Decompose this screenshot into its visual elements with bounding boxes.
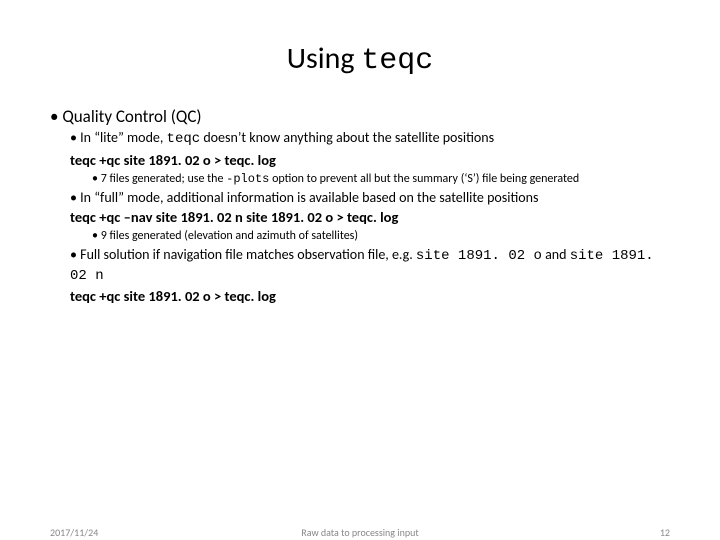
title-prefix: Using bbox=[287, 40, 362, 77]
plots-option: -plots bbox=[226, 172, 269, 186]
fullsol-command: teqc +qc site 1891. 02 o > teqc. log bbox=[50, 287, 670, 305]
bullet-list-l1: Quality Control (QC) In “lite” mode, teq… bbox=[50, 106, 670, 305]
bullet-list-l2c: Full solution if navigation file matches… bbox=[50, 246, 670, 285]
slide: Using teqc Quality Control (QC) In “lite… bbox=[0, 0, 720, 540]
footer-page-number: 12 bbox=[660, 526, 670, 539]
footer-title: Raw data to processing input bbox=[0, 526, 720, 539]
main-bullet: Quality Control (QC) In “lite” mode, teq… bbox=[50, 106, 670, 305]
lite-sub-list: 7 files generated; use the -plots option… bbox=[70, 172, 670, 187]
lite-note: 7 files generated; use the -plots option… bbox=[92, 172, 670, 187]
file-obs: site 1891. 02 o bbox=[416, 248, 542, 264]
lite-command: teqc +qc site 1891. 02 o > teqc. log bbox=[50, 151, 670, 169]
full-note: 9 files generated (elevation and azimuth… bbox=[92, 229, 670, 244]
bullet-list-l2b: In “full” mode, additional information i… bbox=[50, 189, 670, 207]
bullet-list-l2: In “lite” mode, teqc doesn’t know anythi… bbox=[50, 129, 670, 149]
full-mode-line: In “full” mode, additional information i… bbox=[70, 189, 670, 207]
teqc-inline: teqc bbox=[167, 131, 201, 147]
fullsol-line: Full solution if navigation file matches… bbox=[70, 246, 670, 285]
title-command: teqc bbox=[361, 44, 433, 78]
full-sub-list: 9 files generated (elevation and azimuth… bbox=[70, 229, 670, 244]
slide-title: Using teqc bbox=[50, 40, 670, 78]
full-command: teqc +qc –nav site 1891. 02 n site 1891.… bbox=[50, 208, 670, 226]
lite-mode-line: In “lite” mode, teqc doesn’t know anythi… bbox=[70, 129, 670, 149]
